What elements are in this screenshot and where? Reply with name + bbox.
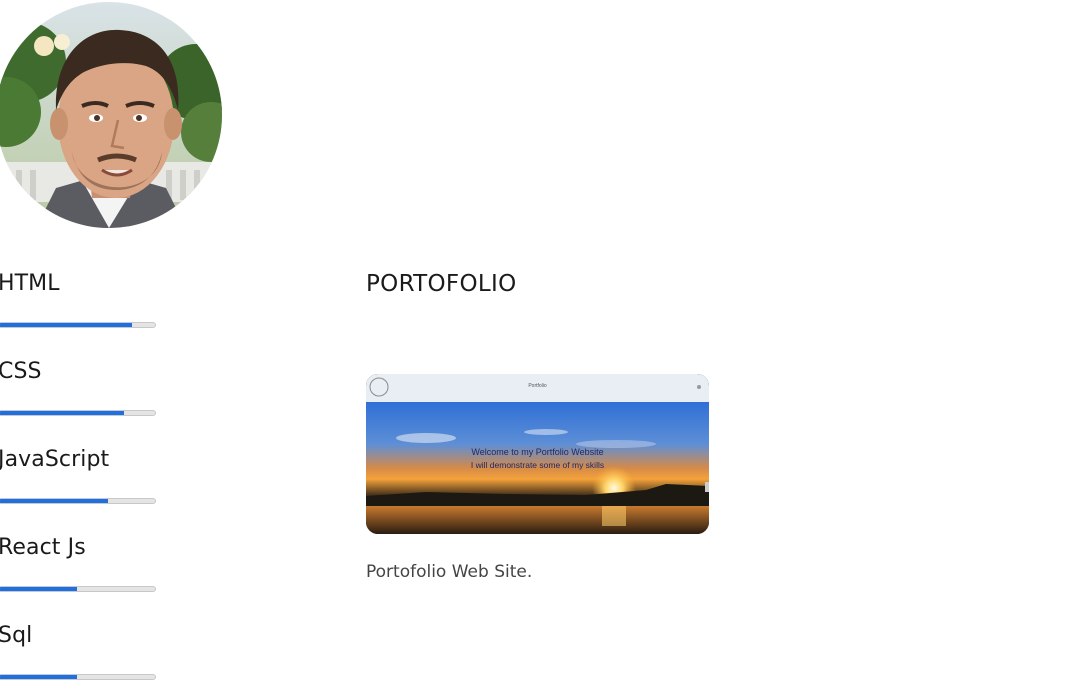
thumbnail-headline: Welcome to my Portfolio Website <box>471 447 604 457</box>
skill-progress-fill <box>0 675 77 679</box>
project-caption: Portofolio Web Site. <box>366 562 533 582</box>
skill-label: HTML <box>0 271 60 296</box>
profile-avatar <box>0 2 222 228</box>
skill-progress-fill <box>0 587 77 591</box>
skill-progress-fill <box>0 323 132 327</box>
skill-label: CSS <box>0 359 42 384</box>
skill-progress-bar <box>0 410 156 416</box>
skill-label: JavaScript <box>0 447 110 472</box>
thumbnail-subline: I will demonstrate some of my skills <box>470 460 605 470</box>
skill-progress-fill <box>0 499 109 503</box>
portfolio-heading: PORTOFOLIO <box>366 271 517 297</box>
project-thumbnail-link[interactable]: Portfolio Welcome to my Portfolio Websit… <box>366 374 709 534</box>
skill-progress-bar <box>0 322 156 328</box>
skill-progress-bar <box>0 674 156 680</box>
skill-progress-fill <box>0 411 124 415</box>
page: HTML CSS JavaScript React Js Sql PORTOFO… <box>0 0 1080 696</box>
skill-label: Sql <box>0 623 33 648</box>
skill-progress-bar <box>0 498 156 504</box>
skill-label: React Js <box>0 535 86 560</box>
thumbnail-window-title: Portfolio <box>528 383 547 389</box>
skill-progress-bar <box>0 586 156 592</box>
